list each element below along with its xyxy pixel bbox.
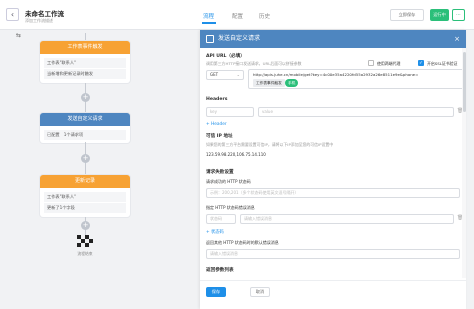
more-menu-button[interactable]: ⋯: [452, 9, 465, 21]
add-status-code-button[interactable]: + 状态码: [206, 229, 224, 235]
ssl-checkbox[interactable]: ✓: [418, 60, 424, 66]
success-code-label: 请求成功的 HTTP 状态码: [206, 179, 251, 184]
node-title: 更新记录: [40, 175, 130, 188]
proxy-checkbox-label: 使用两端代理: [377, 61, 401, 66]
tab-history[interactable]: 历史: [259, 12, 270, 20]
end-label: 流程结束: [77, 251, 93, 256]
cancel-button[interactable]: 取消: [250, 287, 270, 297]
trigger-node[interactable]: 工作表事件触发 工作表"联系人" 当新增和更新记录时触发: [40, 41, 130, 83]
http-request-node[interactable]: 发送自定义请求 已配置 1个请求项: [40, 113, 130, 143]
active-tab-underline: [202, 22, 216, 24]
trusted-ip-value: 123.59.98.220,106.75.14.110: [206, 152, 266, 157]
save-now-button[interactable]: 立即保存: [390, 9, 424, 21]
swap-icon[interactable]: ⇆: [16, 32, 21, 39]
node-row: 工作表"联系人": [44, 191, 126, 202]
success-code-input[interactable]: 示例：200,201（多个状态码使用英文逗号隔开）: [206, 188, 460, 198]
api-url-label: API URL（必填）: [206, 54, 245, 59]
node-title: 工作表事件触发: [40, 41, 130, 54]
request-icon: [206, 35, 214, 43]
url-field-chip-phone[interactable]: 手机: [285, 79, 299, 87]
save-button[interactable]: 保存: [206, 287, 226, 297]
close-icon[interactable]: ×: [454, 30, 460, 48]
error-message-input[interactable]: 请输入错误消息: [240, 214, 454, 224]
update-record-node[interactable]: 更新记录 工作表"联系人" 更新了1个字段: [40, 175, 130, 217]
node-row: 工作表"联系人": [44, 57, 126, 68]
tab-config[interactable]: 配置: [232, 12, 243, 20]
status-code-input[interactable]: 状态码: [206, 214, 236, 224]
finish-flag-icon: [77, 235, 93, 247]
add-node-icon[interactable]: +: [81, 154, 90, 163]
url-input[interactable]: http://apis.juhe.cn/mobile/get?key=4c00e…: [248, 69, 466, 89]
top-bar: ‹ 未命名工作流 添加工作流描述 流程 配置 历史 立即保存 运行中 ⋯: [0, 0, 474, 30]
node-title: 发送自定义请求: [40, 113, 130, 126]
add-header-button[interactable]: + Header: [206, 122, 227, 127]
add-node-icon[interactable]: +: [81, 93, 90, 102]
default-error-label: 返回其他 HTTP 状态码时的默认错误消息: [206, 240, 279, 245]
workflow-subtitle[interactable]: 添加工作流描述: [25, 18, 53, 24]
node-row: 已配置 1个请求项: [44, 129, 126, 140]
tab-flow[interactable]: 流程: [203, 12, 214, 20]
ssl-checkbox-label: 开启SSL证书验证: [427, 61, 458, 66]
header-value-input[interactable]: value: [258, 107, 454, 117]
api-url-hint: 调用第三方HTTP接口发送请求，URL后面可以拼接参数: [206, 61, 302, 66]
url-value: http://apis.juhe.cn/mobile/get?key=4c00e…: [253, 72, 419, 77]
header-key-input[interactable]: key: [206, 107, 254, 117]
proxy-checkbox[interactable]: [368, 60, 374, 66]
back-arrow-icon[interactable]: ‹: [6, 8, 19, 21]
trusted-ip-hint: 如果您的第三方平台需要设置可信IP，请将以下IP添加至您的可信IP设置中: [206, 142, 334, 147]
method-value: GET: [210, 72, 219, 77]
method-select[interactable]: GET ⌄: [206, 70, 244, 80]
chevron-down-icon: ⌄: [236, 72, 240, 77]
add-node-icon[interactable]: +: [81, 221, 90, 230]
connector-line: [85, 33, 86, 41]
url-field-chip-source[interactable]: 工作表事件触发: [253, 79, 285, 87]
panel-title: 发送自定义请求: [218, 35, 261, 42]
error-message-label: 指定 HTTP 状态码错误消息: [206, 205, 255, 210]
node-row: 当新增和更新记录时触发: [44, 69, 126, 79]
node-row: 更新了1个字段: [44, 203, 126, 213]
trusted-ip-label: 可信 IP 地址: [206, 134, 233, 139]
running-toggle-button[interactable]: 运行中: [430, 9, 449, 21]
default-error-input[interactable]: 请输入错误消息: [206, 249, 460, 259]
panel-header: 发送自定义请求 ×: [200, 30, 466, 48]
scrollbar-thumb[interactable]: [462, 52, 466, 112]
return-params-label: 返回参数列表: [206, 268, 234, 273]
workflow-title[interactable]: 未命名工作流: [25, 8, 64, 18]
failure-settings-label: 请求失败设置: [206, 170, 234, 175]
node-config-panel: 发送自定义请求 × API URL（必填） 调用第三方HTTP接口发送请求，UR…: [200, 30, 466, 309]
headers-label: Headers: [206, 97, 228, 102]
footer-divider: [200, 280, 466, 281]
